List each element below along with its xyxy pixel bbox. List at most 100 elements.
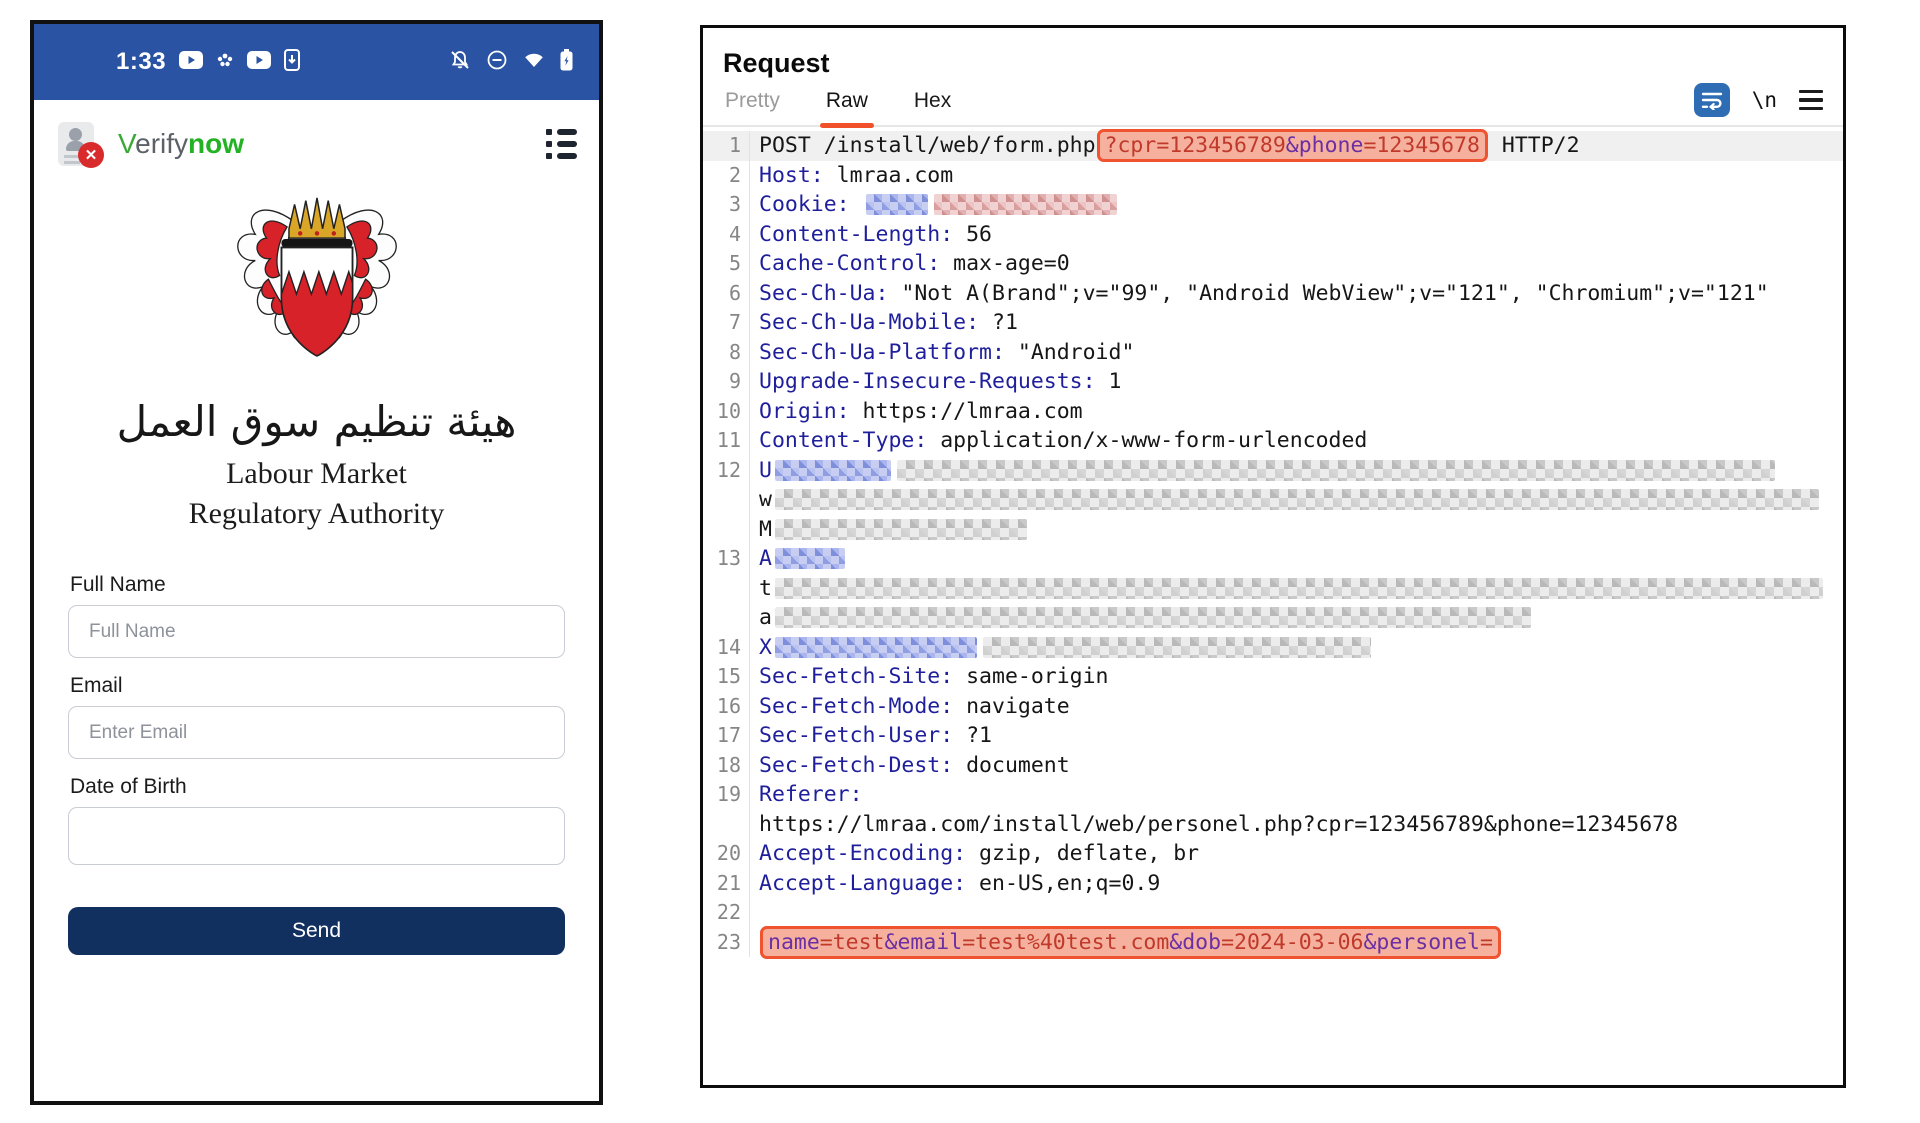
phone-download-notification-icon [284, 49, 300, 76]
line-number [703, 603, 749, 633]
android-status-bar: 1:33 [34, 24, 599, 100]
line-number: 21 [703, 869, 749, 899]
line-content: M [749, 515, 1843, 545]
tab-raw[interactable]: Raw [826, 89, 868, 125]
phone-screenshot-panel: 1:33 [30, 20, 603, 1105]
word-wrap-icon[interactable] [1694, 83, 1730, 117]
tab-pretty[interactable]: Pretty [725, 89, 780, 125]
line-content: a [749, 603, 1843, 633]
request-line: 9Upgrade-Insecure-Requests: 1 [703, 367, 1843, 397]
line-number: 1 [703, 131, 749, 161]
request-line: a [703, 603, 1843, 633]
request-line: 11Content-Type: application/x-www-form-u… [703, 426, 1843, 456]
request-line: M [703, 515, 1843, 545]
phishing-form: Full Name Email Date of Birth Send [34, 533, 599, 955]
line-content: Upgrade-Insecure-Requests: 1 [749, 367, 1843, 397]
active-tab-underline [820, 123, 874, 128]
line-number: 2 [703, 161, 749, 191]
brand-erify: erify [135, 128, 188, 159]
line-number: 19 [703, 780, 749, 810]
request-line: 2Host: lmraa.com [703, 161, 1843, 191]
line-content: Accept-Language: en-US,en;q=0.9 [749, 869, 1843, 899]
line-number [703, 485, 749, 515]
youtube-notification-icon [179, 51, 203, 74]
highlight-box: name=test&email=test%40test.com&dob=2024… [760, 926, 1501, 959]
bahrain-coat-of-arms [212, 182, 422, 382]
line-number [703, 515, 749, 545]
request-line: 20Accept-Encoding: gzip, deflate, br [703, 839, 1843, 869]
line-number: 9 [703, 367, 749, 397]
line-content: X [749, 633, 1843, 663]
dob-input[interactable] [68, 807, 565, 865]
line-number: 3 [703, 190, 749, 220]
full-name-label: Full Name [70, 573, 565, 597]
request-panel-title: Request [703, 28, 1843, 79]
battery-charging-icon [560, 49, 573, 76]
redacted-text-red [934, 194, 1117, 215]
request-viewer-panel: Request Pretty Raw Hex \n 1POST /install… [700, 25, 1846, 1088]
lmra-english-line2: Regulatory Authority [34, 494, 599, 534]
request-line: 3Cookie: [703, 190, 1843, 220]
request-line: t [703, 574, 1843, 604]
tab-hex[interactable]: Hex [914, 89, 951, 125]
menu-list-icon[interactable] [546, 129, 577, 159]
line-content: Content-Type: application/x-www-form-url… [749, 426, 1843, 456]
line-number: 6 [703, 279, 749, 309]
line-number: 8 [703, 338, 749, 368]
line-content: Host: lmraa.com [749, 161, 1843, 191]
app-header: ✕ Verifynow [34, 100, 599, 176]
redacted-text-gray [775, 519, 1027, 540]
line-number: 14 [703, 633, 749, 663]
hamburger-menu-icon[interactable] [1799, 90, 1823, 111]
line-content [749, 898, 1843, 928]
request-line: 8Sec-Ch-Ua-Platform: "Android" [703, 338, 1843, 368]
line-content: POST /install/web/form.php?cpr=123456789… [749, 131, 1843, 161]
request-line: 1POST /install/web/form.php?cpr=12345678… [703, 131, 1843, 161]
line-number: 23 [703, 928, 749, 958]
request-line: 14X [703, 633, 1843, 663]
line-content: Sec-Ch-Ua: "Not A(Brand";v="99", "Androi… [749, 279, 1843, 309]
email-label: Email [70, 674, 565, 698]
send-button[interactable]: Send [68, 907, 565, 955]
full-name-input[interactable] [68, 605, 565, 658]
line-content: Content-Length: 56 [749, 220, 1843, 250]
line-content: Sec-Fetch-Mode: navigate [749, 692, 1843, 722]
highlight-box: ?cpr=123456789&phone=12345678 [1097, 129, 1488, 162]
line-content: Sec-Ch-Ua-Mobile: ?1 [749, 308, 1843, 338]
error-badge-icon: ✕ [78, 142, 104, 168]
line-number: 10 [703, 397, 749, 427]
line-number: 11 [703, 426, 749, 456]
request-line: 22 [703, 898, 1843, 928]
line-content: Sec-Fetch-Site: same-origin [749, 662, 1843, 692]
redacted-text-blue [866, 194, 928, 215]
line-content: Sec-Fetch-Dest: document [749, 751, 1843, 781]
line-number: 13 [703, 544, 749, 574]
email-input[interactable] [68, 706, 565, 759]
line-content: name=test&email=test%40test.com&dob=2024… [749, 928, 1843, 958]
line-content: Sec-Fetch-User: ?1 [749, 721, 1843, 751]
line-content: w [749, 485, 1843, 515]
request-line: 13A [703, 544, 1843, 574]
request-line: w [703, 485, 1843, 515]
line-content: U [749, 456, 1843, 486]
line-content: t [749, 574, 1843, 604]
line-content: Referer: [749, 780, 1843, 810]
line-number: 5 [703, 249, 749, 279]
status-time: 1:33 [116, 48, 166, 76]
request-line: 18Sec-Fetch-Dest: document [703, 751, 1843, 781]
app-brand: Verifynow [118, 128, 244, 160]
redacted-text-gray [775, 578, 1823, 599]
request-line: 21Accept-Language: en-US,en;q=0.9 [703, 869, 1843, 899]
verifynow-app-icon: ✕ [56, 120, 104, 168]
wifi-icon [523, 50, 545, 75]
raw-request-editor[interactable]: 1POST /install/web/form.php?cpr=12345678… [703, 131, 1843, 957]
line-content: Cookie: [749, 190, 1843, 220]
dob-label: Date of Birth [70, 775, 565, 799]
request-line: 10Origin: https://lmraa.com [703, 397, 1843, 427]
line-content: Cache-Control: max-age=0 [749, 249, 1843, 279]
request-line: 15Sec-Fetch-Site: same-origin [703, 662, 1843, 692]
lmra-english-line1: Labour Market [34, 454, 599, 494]
notifications-off-icon [449, 49, 471, 76]
newline-toggle[interactable]: \n [1752, 88, 1777, 112]
request-line: 4Content-Length: 56 [703, 220, 1843, 250]
